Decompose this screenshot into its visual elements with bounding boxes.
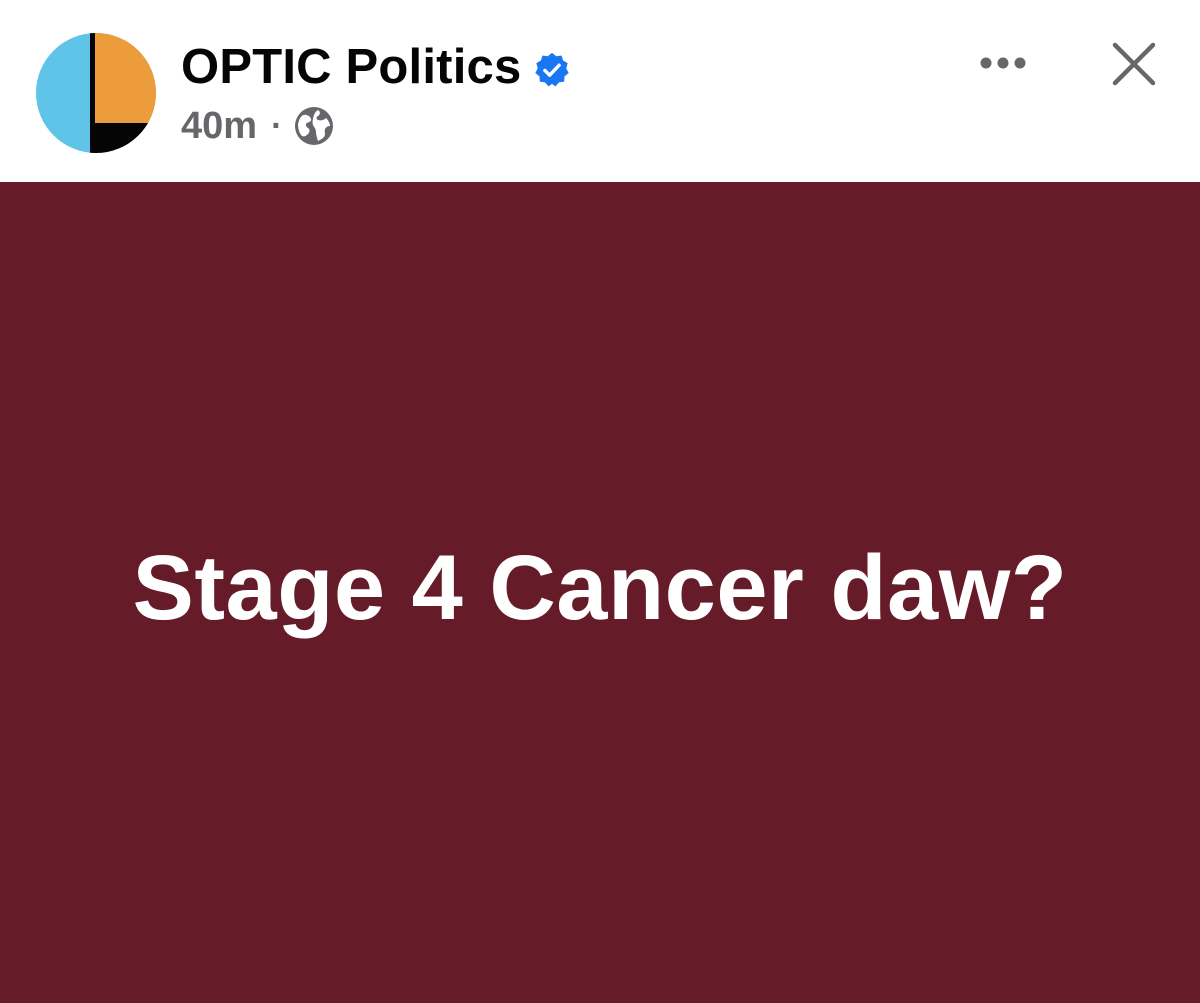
avatar-logo-icon [36, 33, 156, 153]
post-text-card[interactable]: Stage 4 Cancer daw? [0, 182, 1200, 1003]
more-options-button[interactable] [968, 38, 1038, 88]
verified-badge-icon [535, 52, 570, 87]
globe-icon [295, 107, 334, 145]
post-meta: 40m · [181, 102, 334, 150]
post-text: Stage 4 Cancer daw? [132, 536, 1068, 639]
post-timestamp[interactable]: 40m [181, 105, 257, 148]
post-header: OPTIC Politics 40m · [0, 0, 1200, 182]
close-icon [1112, 42, 1156, 86]
more-horizontal-icon [980, 57, 1026, 69]
page-name-row: OPTIC Politics [181, 34, 571, 100]
page-name[interactable]: OPTIC Politics [181, 39, 521, 95]
close-button[interactable] [1100, 30, 1168, 98]
meta-separator: · [271, 106, 283, 145]
page-avatar[interactable] [36, 33, 156, 153]
